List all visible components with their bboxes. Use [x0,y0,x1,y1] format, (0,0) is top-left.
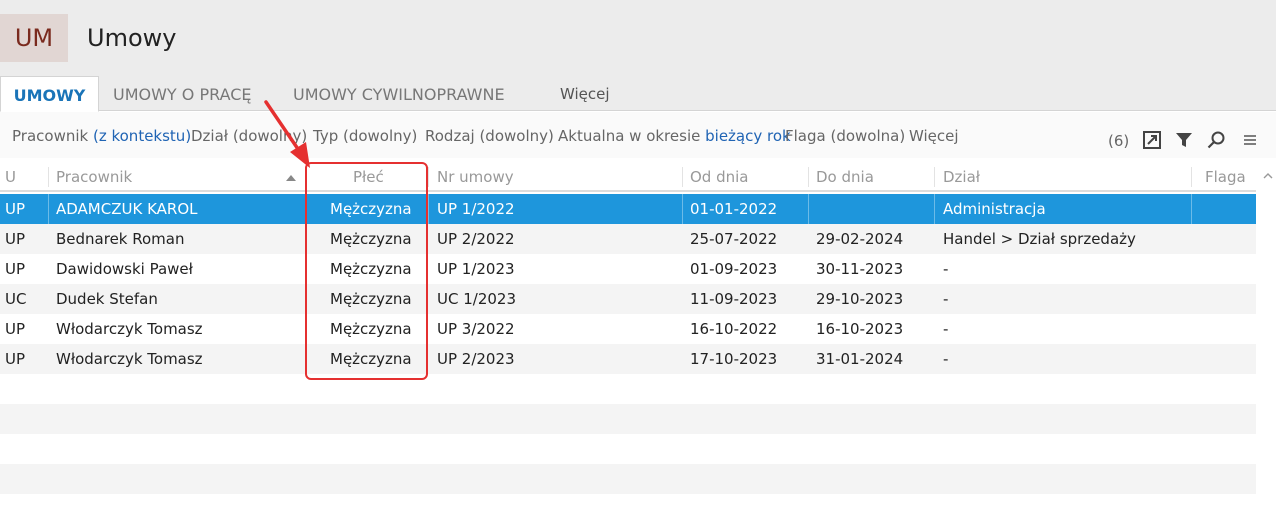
cell-od-dnia: 25-07-2022 [690,230,778,248]
cell-pracownik: ADAMCZUK KAROL [56,200,198,218]
column-header-pracownik[interactable]: Pracownik [56,162,132,192]
column-separator [1191,194,1192,224]
table-row[interactable]: UC Dudek Stefan Mężczyzna UC 1/2023 11-0… [0,284,1256,314]
cell-od-dnia: 01-09-2023 [690,260,778,278]
cell-u: UP [5,200,26,218]
filter-pracownik[interactable]: Pracownik (z kontekstu) [12,127,191,145]
cell-pracownik: Włodarczyk Tomasz [56,320,203,338]
cell-dzial: Administracja [943,200,1046,218]
column-header-flaga[interactable]: Flaga [1205,162,1246,192]
page-title: Umowy [87,24,177,52]
annotation-highlight-box [305,162,428,380]
cell-dzial: - [943,320,949,338]
cell-od-dnia: 16-10-2022 [690,320,778,338]
filter-pracownik-label: Pracownik [12,127,89,145]
cell-pracownik: Bednarek Roman [56,230,185,248]
column-separator [934,167,935,187]
filter-pracownik-value: (z kontekstu) [92,127,192,145]
cell-nr-umowy: UP 2/2023 [437,350,515,368]
cell-nr-umowy: UP 1/2022 [437,200,515,218]
filter-flaga[interactable]: Flaga (dowolna) [785,127,905,145]
cell-od-dnia: 17-10-2023 [690,350,778,368]
column-separator [682,167,683,187]
column-header-do-dnia[interactable]: Do dnia [816,162,874,192]
column-header-od-dnia[interactable]: Od dnia [690,162,748,192]
table-row[interactable]: UP ADAMCZUK KAROL Mężczyzna UP 1/2022 01… [0,194,1256,224]
filter-aktualna-value: bieżący rok [705,127,791,145]
filter-bar: Pracownik (z kontekstu) Dział (dowolny) … [0,112,1276,158]
cell-od-dnia: 11-09-2023 [690,290,778,308]
column-separator [808,194,809,224]
filter-aktualna-label: Aktualna w okresie [558,127,701,145]
cell-u: UP [5,260,26,278]
sort-ascending-icon [286,175,296,181]
search-icon[interactable] [1206,130,1226,150]
tab-umowy-cywilnoprawne[interactable]: UMOWY CYWILNOPRAWNE [293,76,505,111]
cell-dzial: Handel > Dział sprzedaży [943,230,1136,248]
column-separator [808,167,809,187]
cell-do-dnia: 29-10-2023 [816,290,904,308]
app-logo: UM [0,14,68,62]
cell-u: UP [5,230,26,248]
tab-umowy[interactable]: UMOWY [0,76,99,112]
column-header-nr-umowy[interactable]: Nr umowy [437,162,514,192]
menu-icon[interactable] [1240,130,1260,150]
tab-umowy-o-prace[interactable]: UMOWY O PRACĘ [113,76,252,111]
cell-pracownik: Dawidowski Paweł [56,260,193,278]
empty-row [0,404,1256,434]
cell-pracownik: Włodarczyk Tomasz [56,350,203,368]
column-header-u[interactable]: U [5,162,16,192]
column-separator [428,167,429,187]
cell-do-dnia: 31-01-2024 [816,350,904,368]
table-row[interactable]: UP Włodarczyk Tomasz Mężczyzna UP 3/2022… [0,314,1256,344]
filter-typ[interactable]: Typ (dowolny) [313,127,417,145]
cell-do-dnia: 29-02-2024 [816,230,904,248]
cell-u: UP [5,320,26,338]
cell-nr-umowy: UC 1/2023 [437,290,516,308]
empty-row [0,464,1256,494]
column-separator [428,194,429,224]
cell-do-dnia: 16-10-2023 [816,320,904,338]
cell-nr-umowy: UP 1/2023 [437,260,515,278]
annotation-arrow-icon [264,100,310,168]
filter-rodzaj[interactable]: Rodzaj (dowolny) [425,127,554,145]
column-separator [1191,167,1192,187]
record-count: (6) [1108,132,1130,150]
table-row[interactable]: UP Bednarek Roman Mężczyzna UP 2/2022 25… [0,224,1256,254]
cell-dzial: - [943,260,949,278]
column-separator [48,167,49,187]
table-header: U Pracownik Płeć Nr umowy Od dnia Do dni… [0,162,1256,192]
cell-od-dnia: 01-01-2022 [690,200,778,218]
column-separator [48,194,49,224]
cell-dzial: - [943,290,949,308]
filter-aktualna[interactable]: Aktualna w okresie bieżący rok [558,127,791,145]
export-icon[interactable] [1142,130,1162,150]
scroll-up-icon[interactable] [1263,166,1273,179]
column-header-dzial[interactable]: Dział [943,162,980,192]
app-header: UM Umowy [0,0,1276,76]
cell-u: UP [5,350,26,368]
filter-more[interactable]: Więcej [909,127,959,145]
cell-do-dnia: 30-11-2023 [816,260,904,278]
table-row[interactable]: UP Dawidowski Paweł Mężczyzna UP 1/2023 … [0,254,1256,284]
cell-u: UC [5,290,27,308]
column-separator [682,194,683,224]
cell-pracownik: Dudek Stefan [56,290,158,308]
app-window: UM Umowy UMOWY UMOWY O PRACĘ UMOWY CYWIL… [0,0,1276,511]
tab-bar: UMOWY UMOWY O PRACĘ UMOWY CYWILNOPRAWNE … [0,76,1276,112]
tab-more[interactable]: Więcej [560,76,610,111]
cell-nr-umowy: UP 2/2022 [437,230,515,248]
column-separator [934,194,935,224]
cell-nr-umowy: UP 3/2022 [437,320,515,338]
table-row[interactable]: UP Włodarczyk Tomasz Mężczyzna UP 2/2023… [0,344,1256,374]
cell-dzial: - [943,350,949,368]
filter-icon[interactable] [1174,130,1194,150]
